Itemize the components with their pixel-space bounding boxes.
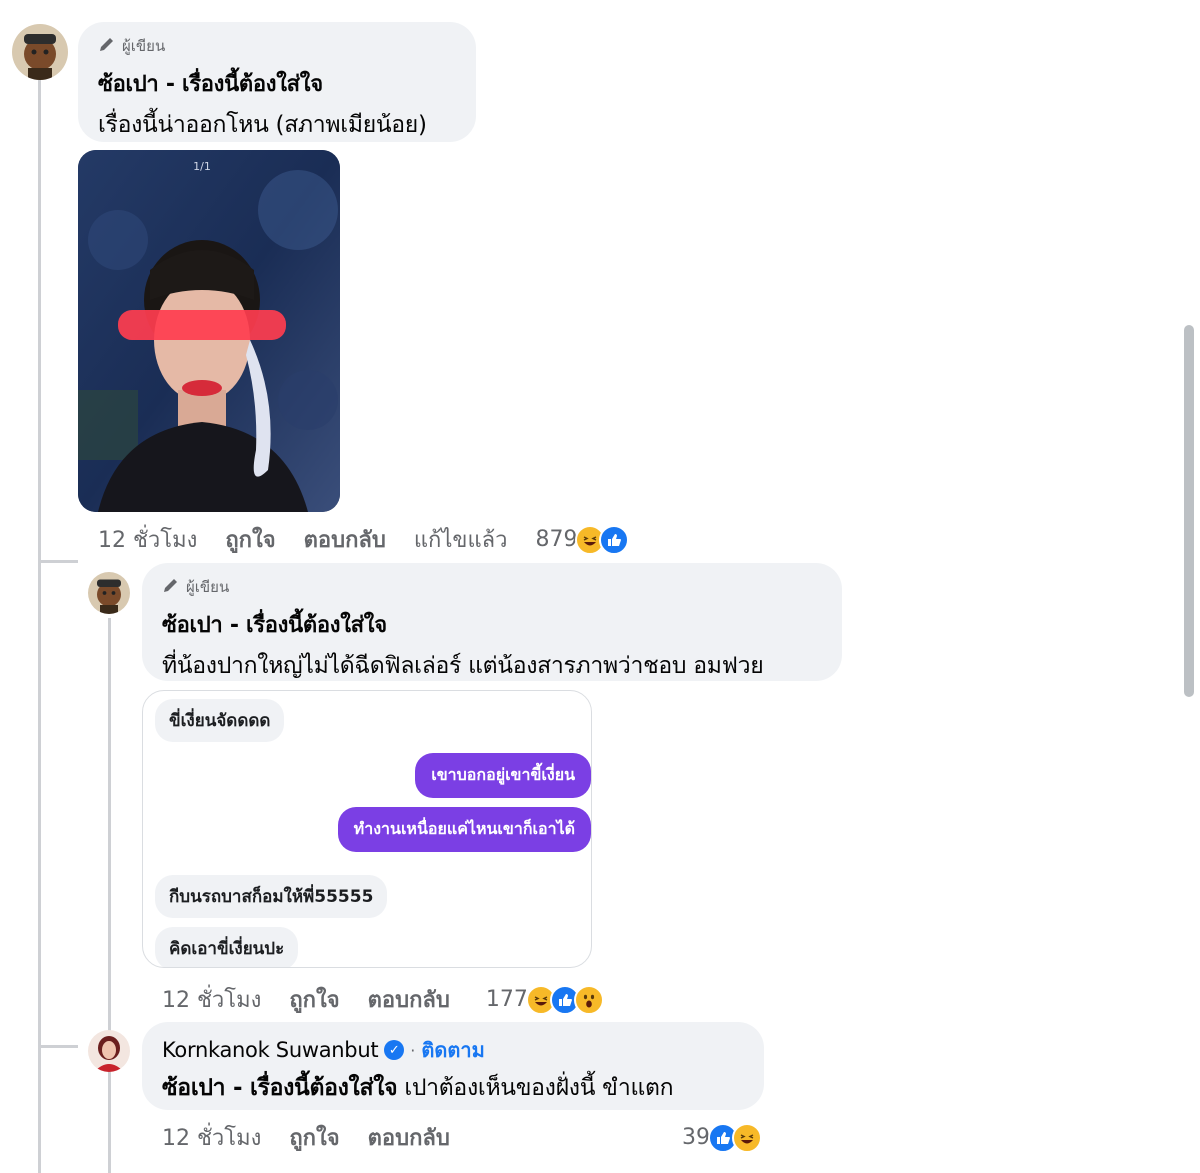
like-button[interactable]: ถูกใจ xyxy=(289,982,339,1017)
author-tag-label: ผู้เขียน xyxy=(122,37,166,55)
follow-button[interactable]: ติดตาม xyxy=(421,1034,484,1066)
reply-button[interactable]: ตอบกลับ xyxy=(368,982,450,1017)
pencil-icon xyxy=(162,576,180,598)
author-tag: ผู้เขียน xyxy=(98,34,456,58)
timestamp[interactable]: 12 ชั่วโมง xyxy=(162,982,261,1017)
comment-actions: 12 ชั่วโมง ถูกใจ ตอบกลับ แก้ไขแล้ว 879 xyxy=(98,522,630,557)
chat-message-incoming: กีบนรถบาสก็อมให้พี่55555 xyxy=(155,875,388,918)
comment-actions: 12 ชั่วโมง ถูกใจ ตอบกลับ 177 xyxy=(162,982,604,1017)
thread-line-branch-2 xyxy=(38,1045,78,1048)
verified-badge-icon: ✓ xyxy=(384,1040,405,1060)
chat-message-incoming: ขี่เงี่ยนจัดดดด xyxy=(155,699,285,742)
chat-message-outgoing: ทำงานเหนื่อยแค่ไหนเขาก็เอาได้ xyxy=(337,807,591,852)
reaction-summary[interactable]: 39 xyxy=(682,1122,762,1153)
scrollbar-thumb[interactable] xyxy=(1184,325,1194,697)
reply-button[interactable]: ตอบกลับ xyxy=(304,522,386,557)
reaction-summary[interactable]: 177 xyxy=(485,984,604,1015)
comment-actions: 12 ชั่วโมง ถูกใจ ตอบกลับ 39 xyxy=(162,1120,762,1155)
comment-bubble: ผู้เขียน ซ้อเปา - เรื่องนี้ต้องใส่ใจ ที่… xyxy=(142,563,842,681)
chat-message-outgoing: เขาบอกอยู่เขาขี้เงี่ยน xyxy=(415,753,591,798)
author-tag-label: ผู้เขียน xyxy=(186,578,230,596)
author-tag: ผู้เขียน xyxy=(162,575,822,599)
comment-author[interactable]: ซ้อเปา - เรื่องนี้ต้องใส่ใจ xyxy=(162,607,822,642)
author-avatar[interactable] xyxy=(88,572,130,614)
comment-text: เรื่องนี้น่าออกโหน (สภาพเมียน้อย) xyxy=(98,112,427,138)
wow-reaction-icon xyxy=(573,984,604,1015)
commenter-avatar[interactable] xyxy=(88,1030,130,1072)
reaction-count: 879 xyxy=(535,527,578,552)
like-reaction-icon xyxy=(599,524,630,555)
haha-reaction-icon xyxy=(732,1122,762,1153)
comment-bubble: Kornkanok Suwanbut ✓ · ติดตาม ซ้อเปา - เ… xyxy=(142,1022,764,1110)
comment-photo[interactable]: 1/1 xyxy=(78,150,340,512)
reply-button[interactable]: ตอบกลับ xyxy=(368,1120,450,1155)
reaction-count: 177 xyxy=(485,987,528,1012)
mention-link[interactable]: ซ้อเปา - เรื่องนี้ต้องใส่ใจ xyxy=(162,1075,398,1101)
edited-label[interactable]: แก้ไขแล้ว xyxy=(414,522,508,557)
comment-text: ซ้อเปา - เรื่องนี้ต้องใส่ใจ เปาต้องเห็นข… xyxy=(162,1070,744,1106)
reaction-count: 39 xyxy=(682,1125,710,1150)
timestamp[interactable]: 12 ชั่วโมง xyxy=(98,522,197,557)
separator-dot: · xyxy=(410,1040,416,1060)
comment-text: ที่น้องปากใหญ่ไม่ได้ฉีดฟิลเล่อร์ แต่น้อง… xyxy=(162,653,764,679)
comment-author[interactable]: ซ้อเปา - เรื่องนี้ต้องใส่ใจ xyxy=(98,66,456,101)
comment-author[interactable]: Kornkanok Suwanbut xyxy=(162,1038,379,1062)
timestamp[interactable]: 12 ชั่วโมง xyxy=(162,1120,261,1155)
thread-line-sub xyxy=(108,618,111,1173)
like-button[interactable]: ถูกใจ xyxy=(225,522,275,557)
reaction-summary[interactable]: 879 xyxy=(535,524,630,555)
chat-screenshot[interactable]: ขี่เงี่ยนจัดดดด เขาบอกอยู่เขาขี้เงี่ยน ท… xyxy=(142,690,592,968)
chat-message-incoming: คิดเอาขี่เงี่ยนปะ xyxy=(155,927,299,967)
thread-line-branch-1 xyxy=(38,560,78,563)
pencil-icon xyxy=(98,35,116,57)
comment-bubble: ผู้เขียน ซ้อเปา - เรื่องนี้ต้องใส่ใจ เรื… xyxy=(78,22,476,142)
author-avatar[interactable] xyxy=(12,24,68,80)
comment-body: เปาต้องเห็นของฝั่งนี้ ขำแตก xyxy=(397,1075,674,1101)
like-button[interactable]: ถูกใจ xyxy=(289,1120,339,1155)
thread-line-main xyxy=(38,80,41,1173)
photo-counter: 1/1 xyxy=(193,160,211,173)
